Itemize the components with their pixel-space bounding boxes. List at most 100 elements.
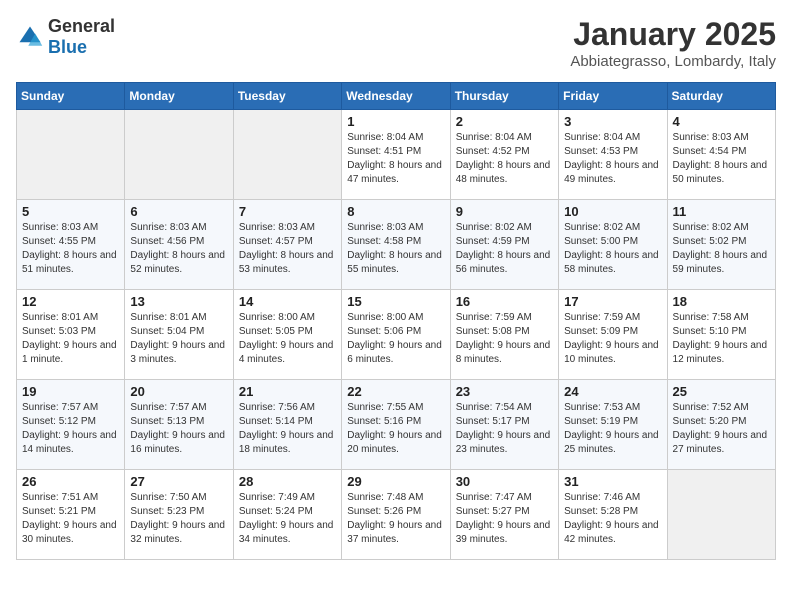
calendar-cell: 6 Sunrise: 8:03 AM Sunset: 4:56 PM Daylig… — [125, 200, 233, 290]
calendar-cell: 21Sunrise: 7:56 AM Sunset: 5:14 PM Dayli… — [233, 380, 341, 470]
calendar-cell: 18 Sunrise: 7:58 AM Sunset: 5:10 PM Dayli… — [667, 290, 775, 380]
page-header: General Blue January 2025 Abbiategrasso,… — [16, 16, 776, 70]
day-info: Sunrise: 8:00 AM Sunset: 5:06 PM Dayligh… — [347, 311, 444, 367]
calendar-cell: 13 Sunrise: 8:01 AM Sunset: 5:04 PM Dayli… — [125, 290, 233, 380]
day-number: 13 — [130, 294, 227, 309]
day-number: 15 — [347, 294, 444, 309]
day-number: 7 — [239, 204, 336, 219]
calendar-week: 5Sunrise: 8:03 AM Sunset: 4:55 PM Daylig… — [17, 200, 776, 290]
calendar-cell: 9Sunrise: 8:02 AM Sunset: 4:59 PM Daylig… — [450, 200, 558, 290]
calendar-cell: 30Sunrise: 7:47 AM Sunset: 5:27 PM Dayli… — [450, 470, 558, 560]
day-number: 23 — [456, 384, 553, 399]
day-number: 9 — [456, 204, 553, 219]
day-number: 11 — [673, 204, 770, 219]
calendar-cell: 7 Sunrise: 8:03 AM Sunset: 4:57 PM Daylig… — [233, 200, 341, 290]
calendar-cell: 5Sunrise: 8:03 AM Sunset: 4:55 PM Daylig… — [17, 200, 125, 290]
calendar-week: 1 Sunrise: 8:04 AM Sunset: 4:51 PM Daylig… — [17, 110, 776, 200]
day-info: Sunrise: 7:55 AM Sunset: 5:16 PM Dayligh… — [347, 401, 444, 457]
calendar-cell: 16Sunrise: 7:59 AM Sunset: 5:08 PM Dayli… — [450, 290, 558, 380]
calendar-title: January 2025 — [570, 16, 776, 53]
day-number: 3 — [564, 114, 661, 129]
day-number: 1 — [347, 114, 444, 129]
day-info: Sunrise: 8:01 AM Sunset: 5:04 PM Dayligh… — [130, 311, 227, 367]
day-number: 18 — [673, 294, 770, 309]
calendar-cell: 28 Sunrise: 7:49 AM Sunset: 5:24 PM Dayli… — [233, 470, 341, 560]
day-info: Sunrise: 8:04 AM Sunset: 4:52 PM Dayligh… — [456, 131, 553, 187]
day-info: Sunrise: 7:49 AM Sunset: 5:24 PM Dayligh… — [239, 491, 336, 547]
calendar-week: 12 Sunrise: 8:01 AM Sunset: 5:03 PM Dayli… — [17, 290, 776, 380]
calendar-cell — [233, 110, 341, 200]
calendar-cell — [17, 110, 125, 200]
day-info: Sunrise: 7:57 AM Sunset: 5:13 PM Dayligh… — [130, 401, 227, 457]
day-number: 12 — [22, 294, 119, 309]
logo-icon — [16, 23, 44, 51]
calendar-cell: 17 Sunrise: 7:59 AM Sunset: 5:09 PM Dayli… — [559, 290, 667, 380]
calendar-cell: 29 Sunrise: 7:48 AM Sunset: 5:26 PM Dayli… — [342, 470, 450, 560]
day-info: Sunrise: 7:59 AM Sunset: 5:09 PM Dayligh… — [564, 311, 661, 367]
header-day: Sunday — [17, 83, 125, 110]
header-day: Wednesday — [342, 83, 450, 110]
calendar-cell: 19 Sunrise: 7:57 AM Sunset: 5:12 PM Dayli… — [17, 380, 125, 470]
calendar-cell: 25 Sunrise: 7:52 AM Sunset: 5:20 PM Dayli… — [667, 380, 775, 470]
day-number: 14 — [239, 294, 336, 309]
day-info: Sunrise: 8:04 AM Sunset: 4:53 PM Dayligh… — [564, 131, 661, 187]
day-info: Sunrise: 7:57 AM Sunset: 5:12 PM Dayligh… — [22, 401, 119, 457]
day-number: 22 — [347, 384, 444, 399]
day-info: Sunrise: 7:56 AM Sunset: 5:14 PM Dayligh… — [239, 401, 336, 457]
day-info: Sunrise: 8:04 AM Sunset: 4:51 PM Dayligh… — [347, 131, 444, 187]
header-day: Tuesday — [233, 83, 341, 110]
calendar-cell: 11 Sunrise: 8:02 AM Sunset: 5:02 PM Dayli… — [667, 200, 775, 290]
day-info: Sunrise: 8:02 AM Sunset: 5:00 PM Dayligh… — [564, 221, 661, 277]
calendar-table: SundayMondayTuesdayWednesdayThursdayFrid… — [16, 82, 776, 560]
day-number: 25 — [673, 384, 770, 399]
day-number: 27 — [130, 474, 227, 489]
calendar-cell: 20 Sunrise: 7:57 AM Sunset: 5:13 PM Dayli… — [125, 380, 233, 470]
day-info: Sunrise: 7:51 AM Sunset: 5:21 PM Dayligh… — [22, 491, 119, 547]
day-info: Sunrise: 7:52 AM Sunset: 5:20 PM Dayligh… — [673, 401, 770, 457]
calendar-cell: 15 Sunrise: 8:00 AM Sunset: 5:06 PM Dayli… — [342, 290, 450, 380]
day-number: 20 — [130, 384, 227, 399]
day-number: 31 — [564, 474, 661, 489]
calendar-cell — [125, 110, 233, 200]
day-number: 17 — [564, 294, 661, 309]
day-info: Sunrise: 7:46 AM Sunset: 5:28 PM Dayligh… — [564, 491, 661, 547]
calendar-cell: 23 Sunrise: 7:54 AM Sunset: 5:17 PM Dayli… — [450, 380, 558, 470]
day-info: Sunrise: 8:00 AM Sunset: 5:05 PM Dayligh… — [239, 311, 336, 367]
calendar-cell — [667, 470, 775, 560]
calendar-cell: 8 Sunrise: 8:03 AM Sunset: 4:58 PM Daylig… — [342, 200, 450, 290]
day-info: Sunrise: 7:58 AM Sunset: 5:10 PM Dayligh… — [673, 311, 770, 367]
header-day: Friday — [559, 83, 667, 110]
day-info: Sunrise: 7:59 AM Sunset: 5:08 PM Dayligh… — [456, 311, 553, 367]
day-number: 8 — [347, 204, 444, 219]
calendar-cell: 24Sunrise: 7:53 AM Sunset: 5:19 PM Dayli… — [559, 380, 667, 470]
calendar-week: 26 Sunrise: 7:51 AM Sunset: 5:21 PM Dayli… — [17, 470, 776, 560]
calendar-week: 19 Sunrise: 7:57 AM Sunset: 5:12 PM Dayli… — [17, 380, 776, 470]
logo: General Blue — [16, 16, 115, 58]
day-info: Sunrise: 8:02 AM Sunset: 5:02 PM Dayligh… — [673, 221, 770, 277]
day-info: Sunrise: 7:53 AM Sunset: 5:19 PM Dayligh… — [564, 401, 661, 457]
day-info: Sunrise: 7:48 AM Sunset: 5:26 PM Dayligh… — [347, 491, 444, 547]
day-number: 28 — [239, 474, 336, 489]
day-number: 4 — [673, 114, 770, 129]
day-info: Sunrise: 8:03 AM Sunset: 4:58 PM Dayligh… — [347, 221, 444, 277]
title-block: January 2025 Abbiategrasso, Lombardy, It… — [570, 16, 776, 70]
day-info: Sunrise: 8:03 AM Sunset: 4:55 PM Dayligh… — [22, 221, 119, 277]
day-info: Sunrise: 7:47 AM Sunset: 5:27 PM Dayligh… — [456, 491, 553, 547]
day-info: Sunrise: 8:03 AM Sunset: 4:54 PM Dayligh… — [673, 131, 770, 187]
calendar-cell: 14 Sunrise: 8:00 AM Sunset: 5:05 PM Dayli… — [233, 290, 341, 380]
day-number: 6 — [130, 204, 227, 219]
day-info: Sunrise: 8:03 AM Sunset: 4:57 PM Dayligh… — [239, 221, 336, 277]
day-info: Sunrise: 8:03 AM Sunset: 4:56 PM Dayligh… — [130, 221, 227, 277]
day-number: 19 — [22, 384, 119, 399]
calendar-cell: 10 Sunrise: 8:02 AM Sunset: 5:00 PM Dayli… — [559, 200, 667, 290]
day-info: Sunrise: 7:50 AM Sunset: 5:23 PM Dayligh… — [130, 491, 227, 547]
logo-general: General — [48, 16, 115, 36]
header-day: Thursday — [450, 83, 558, 110]
day-number: 29 — [347, 474, 444, 489]
day-number: 10 — [564, 204, 661, 219]
calendar-cell: 27 Sunrise: 7:50 AM Sunset: 5:23 PM Dayli… — [125, 470, 233, 560]
logo-blue: Blue — [48, 37, 87, 57]
day-number: 26 — [22, 474, 119, 489]
day-info: Sunrise: 7:54 AM Sunset: 5:17 PM Dayligh… — [456, 401, 553, 457]
day-info: Sunrise: 8:01 AM Sunset: 5:03 PM Dayligh… — [22, 311, 119, 367]
